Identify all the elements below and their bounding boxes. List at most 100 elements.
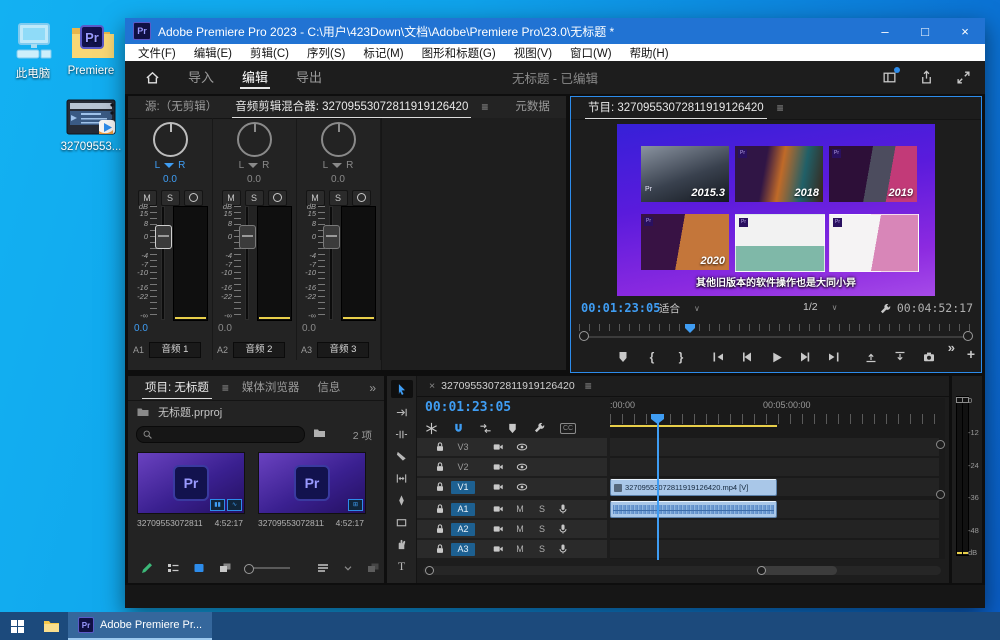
step-back-button[interactable] xyxy=(739,349,755,365)
track-select-tool[interactable] xyxy=(391,405,413,420)
lock-icon[interactable] xyxy=(433,523,447,535)
lock-icon[interactable] xyxy=(433,503,447,515)
go-to-out-button[interactable] xyxy=(826,349,842,365)
desktop-icon-this-pc[interactable]: 此电脑 xyxy=(2,22,64,81)
export-frame-button[interactable] xyxy=(921,349,937,365)
menu-markers[interactable]: 标记(M) xyxy=(354,45,412,61)
menu-sequence[interactable]: 序列(S) xyxy=(298,45,354,61)
scroll-thumb[interactable] xyxy=(757,566,837,575)
tab-program-monitor[interactable]: 节目: 32709553072811919126420 xyxy=(579,97,773,119)
thumbnail-zoom-slider[interactable] xyxy=(244,567,290,569)
panel-menu-icon[interactable]: ≡ xyxy=(581,379,596,393)
start-button[interactable] xyxy=(0,612,34,640)
sync-lock-icon[interactable] xyxy=(491,543,505,555)
scrubber-playhead[interactable] xyxy=(685,324,695,333)
zoom-handle-left[interactable] xyxy=(425,566,434,575)
tab-metadata[interactable]: 元数据 xyxy=(506,96,559,118)
track-target-badge[interactable]: V1 xyxy=(451,481,475,494)
voiceover-mic-icon[interactable] xyxy=(557,523,569,535)
home-icon[interactable] xyxy=(125,70,174,85)
desktop-icon-media-file[interactable]: 32709553... xyxy=(60,98,122,153)
sync-lock-icon[interactable] xyxy=(491,481,505,493)
more-tabs-icon[interactable]: » xyxy=(369,381,376,395)
track-target-badge[interactable]: V3 xyxy=(451,441,475,454)
menu-window[interactable]: 窗口(W) xyxy=(561,45,621,61)
pan-value[interactable]: 0.0 xyxy=(296,174,380,185)
ripple-edit-tool[interactable] xyxy=(391,427,413,442)
scrubber-track[interactable] xyxy=(587,336,965,338)
tab-audio-clip-mixer[interactable]: 音频剪辑混合器: 32709553072811919126420 xyxy=(226,96,477,118)
lock-icon[interactable] xyxy=(433,461,447,473)
sync-lock-icon[interactable] xyxy=(491,503,505,515)
mute-button[interactable]: M xyxy=(513,504,527,514)
mute-button[interactable]: M xyxy=(513,544,527,554)
timeline-timecode[interactable]: 00:01:23:05 xyxy=(425,400,511,415)
scrubber-handle-left[interactable] xyxy=(579,331,589,341)
fader-value[interactable]: 0.0 xyxy=(134,323,148,334)
pan-control[interactable]: L R xyxy=(296,160,380,171)
tab-media-browser[interactable]: 媒体浏览器 xyxy=(233,377,309,399)
solo-button[interactable]: S xyxy=(535,544,549,554)
step-forward-button[interactable] xyxy=(797,349,813,365)
panel-menu-icon[interactable]: ≡ xyxy=(477,100,492,114)
horizontal-scrollbar[interactable] xyxy=(423,566,941,575)
fullscreen-icon[interactable] xyxy=(956,70,971,85)
resolution-dropdown[interactable]: 1/2 ∨ xyxy=(803,301,837,313)
sync-lock-icon[interactable] xyxy=(491,461,505,473)
pan-value[interactable]: 0.0 xyxy=(212,174,296,185)
freeform-view-icon[interactable] xyxy=(218,561,232,575)
writable-pencil-icon[interactable] xyxy=(140,561,154,575)
mark-in-button[interactable]: { xyxy=(644,349,660,365)
search-bin-icon[interactable] xyxy=(312,426,327,440)
menu-clip[interactable]: 剪辑(C) xyxy=(241,45,298,61)
zoom-handle-right[interactable] xyxy=(757,566,766,575)
fader-value[interactable]: 0.0 xyxy=(218,323,232,334)
pan-knob[interactable] xyxy=(321,122,356,157)
track-lane-v3[interactable] xyxy=(610,438,939,456)
tab-source-monitor[interactable]: 源:（无剪辑） xyxy=(136,96,226,118)
vertical-scrollbar[interactable] xyxy=(936,440,943,498)
pan-knob[interactable] xyxy=(153,122,188,157)
lock-icon[interactable] xyxy=(433,543,447,555)
captions-icon[interactable]: CC xyxy=(560,423,576,434)
selection-tool[interactable] xyxy=(391,380,413,398)
hand-tool[interactable] xyxy=(391,537,413,552)
pan-control[interactable]: L R xyxy=(128,160,212,171)
track-target-badge[interactable]: A2 xyxy=(451,523,475,536)
track-lane-a2[interactable] xyxy=(610,520,939,538)
panel-menu-icon[interactable]: ≡ xyxy=(218,381,233,395)
tab-edit[interactable]: 编辑 xyxy=(228,61,282,94)
slip-tool[interactable] xyxy=(391,471,413,486)
razor-tool[interactable] xyxy=(391,449,413,464)
taskbar-task-premiere[interactable]: Pr Adobe Premiere Pr... xyxy=(68,612,212,640)
solo-button[interactable]: S xyxy=(535,504,549,514)
fader-handle[interactable] xyxy=(239,225,256,249)
track-lane-v2[interactable] xyxy=(610,458,939,476)
button-editor-icon[interactable]: + xyxy=(967,346,975,362)
track-name-button[interactable]: 音频 3 xyxy=(317,342,369,358)
track-lane-a3[interactable] xyxy=(610,540,939,558)
quick-export-icon[interactable] xyxy=(919,70,934,85)
menu-view[interactable]: 视图(V) xyxy=(505,45,561,61)
program-scrubber[interactable] xyxy=(579,324,973,340)
file-explorer-button[interactable] xyxy=(34,612,68,640)
list-view-icon[interactable] xyxy=(166,561,180,575)
track-output-eye-icon[interactable] xyxy=(515,481,529,493)
tab-export[interactable]: 导出 xyxy=(282,61,336,94)
pen-tool[interactable] xyxy=(391,493,413,508)
menu-graphics[interactable]: 图形和标题(G) xyxy=(413,45,505,61)
lift-button[interactable] xyxy=(863,349,879,365)
more-buttons-icon[interactable]: » xyxy=(948,340,955,355)
menu-edit[interactable]: 编辑(E) xyxy=(185,45,241,61)
menu-file[interactable]: 文件(F) xyxy=(129,45,185,61)
linked-selection-icon[interactable] xyxy=(479,422,492,435)
nest-sequence-icon[interactable] xyxy=(425,422,438,435)
mark-out-button[interactable]: } xyxy=(673,349,689,365)
play-button[interactable] xyxy=(768,349,784,365)
video-clip[interactable]: 32709553072811919126420.mp4 [V] xyxy=(610,479,777,496)
close-button[interactable]: × xyxy=(945,18,985,44)
fader-value[interactable]: 0.0 xyxy=(302,323,316,334)
panel-menu-icon[interactable]: ≡ xyxy=(773,101,788,115)
desktop-icon-premiere-folder[interactable]: Pr Premiere xyxy=(60,20,122,77)
menu-help[interactable]: 帮助(H) xyxy=(621,45,678,61)
